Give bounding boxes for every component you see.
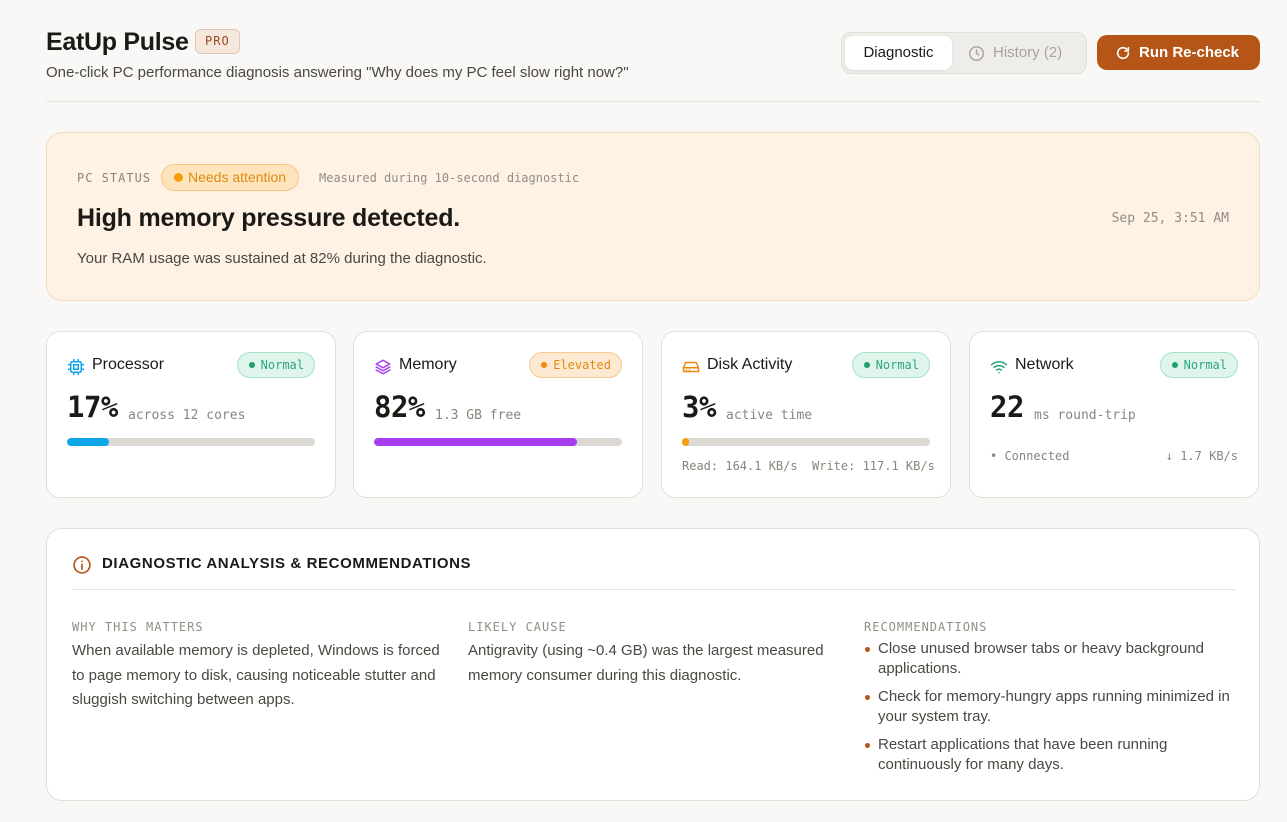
why-this-matters-section: WHY THIS MATTERS When available memory i… xyxy=(72,620,447,713)
app-subtitle: One-click PC performance diagnosis answe… xyxy=(46,64,629,81)
list-item: Close unused browser tabs or heavy backg… xyxy=(864,639,1234,679)
app-header: EatUp Pulse PRO One-click PC performance… xyxy=(46,26,1260,102)
progress-bar xyxy=(374,438,622,446)
metric-name: Memory xyxy=(399,356,457,373)
status-badge: Elevated xyxy=(529,352,622,378)
metric-unit: 1.3 GB free xyxy=(435,408,522,423)
disk-write-rate: Write: 117.1 KB/s xyxy=(812,459,935,473)
info-circle-icon xyxy=(73,556,91,574)
progress-fill xyxy=(682,438,690,446)
app-title: EatUp Pulse xyxy=(46,28,189,56)
wifi-icon xyxy=(990,361,1008,374)
recommendations-section: RECOMMENDATIONS Close unused browser tab… xyxy=(864,620,1234,783)
metric-unit: ms round-trip xyxy=(1034,408,1136,423)
pc-status-card: PC STATUS Needs attention Measured durin… xyxy=(46,132,1260,301)
hard-drive-icon xyxy=(682,361,700,373)
progress-fill xyxy=(374,438,578,446)
disk-activity-card: Disk Activity Normal 3% active time Read… xyxy=(661,331,951,498)
disk-read-rate: Read: 164.1 KB/s xyxy=(682,459,798,473)
status-badge: Normal xyxy=(851,352,930,378)
clock-icon xyxy=(969,46,984,61)
likely-cause-section: LIKELY CAUSE Antigravity (using ~0.4 GB)… xyxy=(468,620,843,688)
status-badge: Normal xyxy=(1159,352,1238,378)
progress-bar xyxy=(67,438,315,446)
status-badge: Needs attention xyxy=(161,164,300,191)
tab-diagnostic[interactable]: Diagnostic xyxy=(845,36,952,70)
refresh-icon xyxy=(1116,46,1130,60)
metric-name: Disk Activity xyxy=(707,356,793,373)
metric-name: Processor xyxy=(92,356,165,373)
section-heading: LIKELY CAUSE xyxy=(468,620,567,634)
status-eyebrow: PC STATUS xyxy=(77,171,152,185)
pro-badge: PRO xyxy=(195,29,240,54)
memory-card: Memory Elevated 82% 1.3 GB free xyxy=(353,331,643,498)
diagnostic-analysis-card: DIAGNOSTIC ANALYSIS & RECOMMENDATIONS WH… xyxy=(46,528,1260,801)
connection-status: • Connected xyxy=(990,449,1070,463)
metric-value: 17% xyxy=(67,390,118,424)
section-heading: RECOMMENDATIONS xyxy=(864,620,988,634)
divider xyxy=(72,589,1236,590)
analysis-title: DIAGNOSTIC ANALYSIS & RECOMMENDATIONS xyxy=(102,555,472,572)
section-text: When available memory is depleted, Windo… xyxy=(72,642,440,708)
status-headline: High memory pressure detected. xyxy=(77,204,461,232)
status-badge: Normal xyxy=(236,352,315,378)
view-tabs: Diagnostic History (2) xyxy=(841,32,1087,74)
recommendations-list: Close unused browser tabs or heavy backg… xyxy=(864,639,1234,775)
network-throughput: ↓ 1.7 KB/s xyxy=(1165,449,1238,463)
network-card: Network Normal 22 ms round-trip • Connec… xyxy=(969,331,1259,498)
tab-history-label: History (2) xyxy=(993,44,1063,61)
section-heading: WHY THIS MATTERS xyxy=(72,620,204,634)
processor-card: Processor Normal 17% across 12 cores xyxy=(46,331,336,498)
metric-value: 22 xyxy=(990,390,1024,424)
measured-note: Measured during 10-second diagnostic xyxy=(319,171,580,185)
metric-unit: across 12 cores xyxy=(128,408,246,423)
section-text: Antigravity (using ~0.4 GB) was the larg… xyxy=(468,642,824,684)
status-description: Your RAM usage was sustained at 82% duri… xyxy=(77,250,487,267)
metric-value: 82% xyxy=(374,390,425,424)
metric-name: Network xyxy=(1015,356,1074,373)
progress-bar xyxy=(682,438,930,446)
list-item: Check for memory-hungry apps running min… xyxy=(864,687,1234,727)
status-timestamp: Sep 25, 3:51 AM xyxy=(1111,211,1229,226)
metric-value: 3% xyxy=(682,390,716,424)
cpu-chip-icon xyxy=(67,358,85,376)
metric-unit: active time xyxy=(726,408,813,423)
run-recheck-button[interactable]: Run Re-check xyxy=(1097,35,1260,70)
tab-history[interactable]: History (2) xyxy=(956,36,1084,70)
run-recheck-label: Run Re-check xyxy=(1139,44,1240,61)
layers-icon xyxy=(375,359,391,375)
list-item: Restart applications that have been runn… xyxy=(864,735,1234,775)
progress-fill xyxy=(67,438,110,446)
